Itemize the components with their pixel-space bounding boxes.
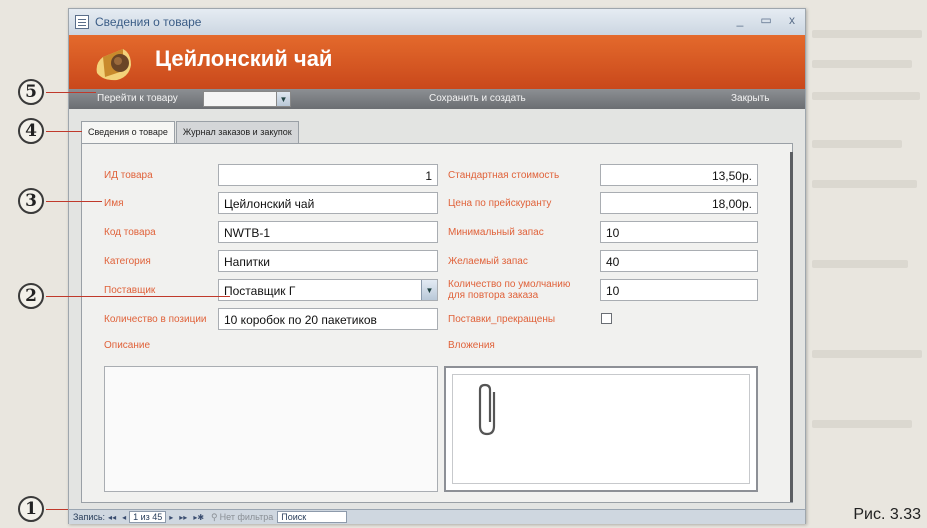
product-id-label: ИД товара (104, 170, 153, 181)
reorder-qty-label: Количество по умолчанию для повтора зака… (448, 279, 571, 301)
form-toolbar: Перейти к товару ▼ Сохранить и создать З… (69, 89, 805, 109)
panel-edge (790, 152, 793, 502)
supplier-label: Поставщик (104, 285, 156, 296)
callout-1-line (46, 509, 68, 510)
callout-4: 4 (18, 118, 44, 144)
product-form-window: Сведения о товаре _ ▭ x Цейлонский чай П… (68, 8, 806, 524)
attachments-label: Вложения (448, 340, 495, 351)
category-label: Категория (104, 256, 151, 267)
save-and-new-button[interactable]: Сохранить и создать (429, 93, 526, 104)
name-field[interactable]: Цейлонский чай (218, 192, 438, 214)
next-record-button[interactable]: ▸ (169, 513, 173, 522)
product-logo-icon (96, 49, 131, 81)
discontinued-checkbox[interactable] (601, 313, 612, 324)
details-panel: ИД товара 1 Имя Цейлонский чай Код товар… (81, 143, 793, 503)
record-label: Запись: (73, 512, 106, 522)
list-price-field[interactable]: 18,00р. (600, 192, 758, 214)
chevron-down-icon[interactable]: ▼ (276, 92, 290, 106)
close-form-button[interactable]: Закрыть (731, 93, 770, 104)
record-position-field[interactable]: 1 из 45 (129, 511, 167, 523)
qty-per-unit-field[interactable]: 10 коробок по 20 пакетиков (218, 308, 438, 330)
last-record-button[interactable]: ▸▸ (179, 513, 187, 522)
supplier-combo[interactable]: Поставщик Г ▼ (218, 279, 438, 301)
banner-title: Цейлонский чай (155, 46, 333, 71)
filter-label: Нет фильтра (219, 512, 274, 522)
callout-4-line (46, 131, 82, 132)
form-header-banner: Цейлонский чай (69, 35, 805, 89)
minimize-button[interactable]: _ (733, 13, 747, 27)
callout-1: 1 (18, 496, 44, 522)
reorder-qty-field[interactable]: 10 (600, 279, 758, 301)
figure-caption: Рис. 3.33 (853, 506, 921, 523)
discontinued-label: Поставки_прекращены (448, 314, 556, 325)
min-stock-label: Минимальный запас (448, 227, 544, 238)
window-title: Сведения о товаре (95, 15, 202, 29)
min-stock-field[interactable]: 10 (600, 221, 758, 243)
standard-cost-field[interactable]: 13,50р. (600, 164, 758, 186)
chevron-down-icon[interactable]: ▼ (421, 280, 437, 300)
target-stock-field[interactable]: 40 (600, 250, 758, 272)
callout-3: 3 (18, 188, 44, 214)
callout-5: 5 (18, 79, 44, 105)
filter-icon: ⚲ (211, 511, 218, 522)
product-code-label: Код товара (104, 227, 156, 238)
tab-order-history[interactable]: Журнал заказов и закупок (175, 121, 299, 143)
attachments-field[interactable] (444, 366, 758, 492)
title-bar: Сведения о товаре _ ▭ x (69, 9, 805, 35)
list-price-label: Цена по прейскуранту (448, 198, 552, 209)
product-code-field[interactable]: NWTB-1 (218, 221, 438, 243)
supplier-value: Поставщик Г (224, 284, 296, 298)
goto-product-combo[interactable]: ▼ (203, 91, 291, 107)
target-stock-label: Желаемый запас (448, 256, 528, 267)
callout-2: 2 (18, 283, 44, 309)
callout-2-line (46, 296, 230, 297)
previous-record-button[interactable]: ◂ (122, 513, 126, 522)
tab-product-details[interactable]: Сведения о товаре (81, 121, 175, 144)
record-navigation-bar: Запись: ◂◂ ◂ 1 из 45 ▸ ▸▸ ▸✱ ⚲ Нет фильт… (69, 509, 805, 524)
callout-5-line (46, 92, 96, 93)
form-icon (75, 15, 89, 29)
goto-product-label: Перейти к товару (97, 93, 178, 104)
restore-button[interactable]: ▭ (759, 13, 773, 27)
callout-3-line (46, 201, 102, 202)
product-id-field[interactable]: 1 (218, 164, 438, 186)
close-window-button[interactable]: x (785, 13, 799, 27)
description-field[interactable] (104, 366, 438, 492)
category-field[interactable]: Напитки (218, 250, 438, 272)
description-label: Описание (104, 340, 151, 351)
name-label: Имя (104, 198, 124, 209)
standard-cost-label: Стандартная стоимость (448, 170, 560, 181)
qty-per-unit-label: Количество в позиции (104, 314, 207, 325)
form-tabs: Сведения о товаре Журнал заказов и закуп… (81, 121, 300, 144)
new-record-button[interactable]: ▸✱ (193, 513, 204, 522)
first-record-button[interactable]: ◂◂ (108, 513, 116, 522)
paperclip-icon (478, 383, 496, 436)
filter-status[interactable]: ⚲ Нет фильтра (211, 512, 273, 523)
search-input[interactable]: Поиск (277, 511, 348, 523)
